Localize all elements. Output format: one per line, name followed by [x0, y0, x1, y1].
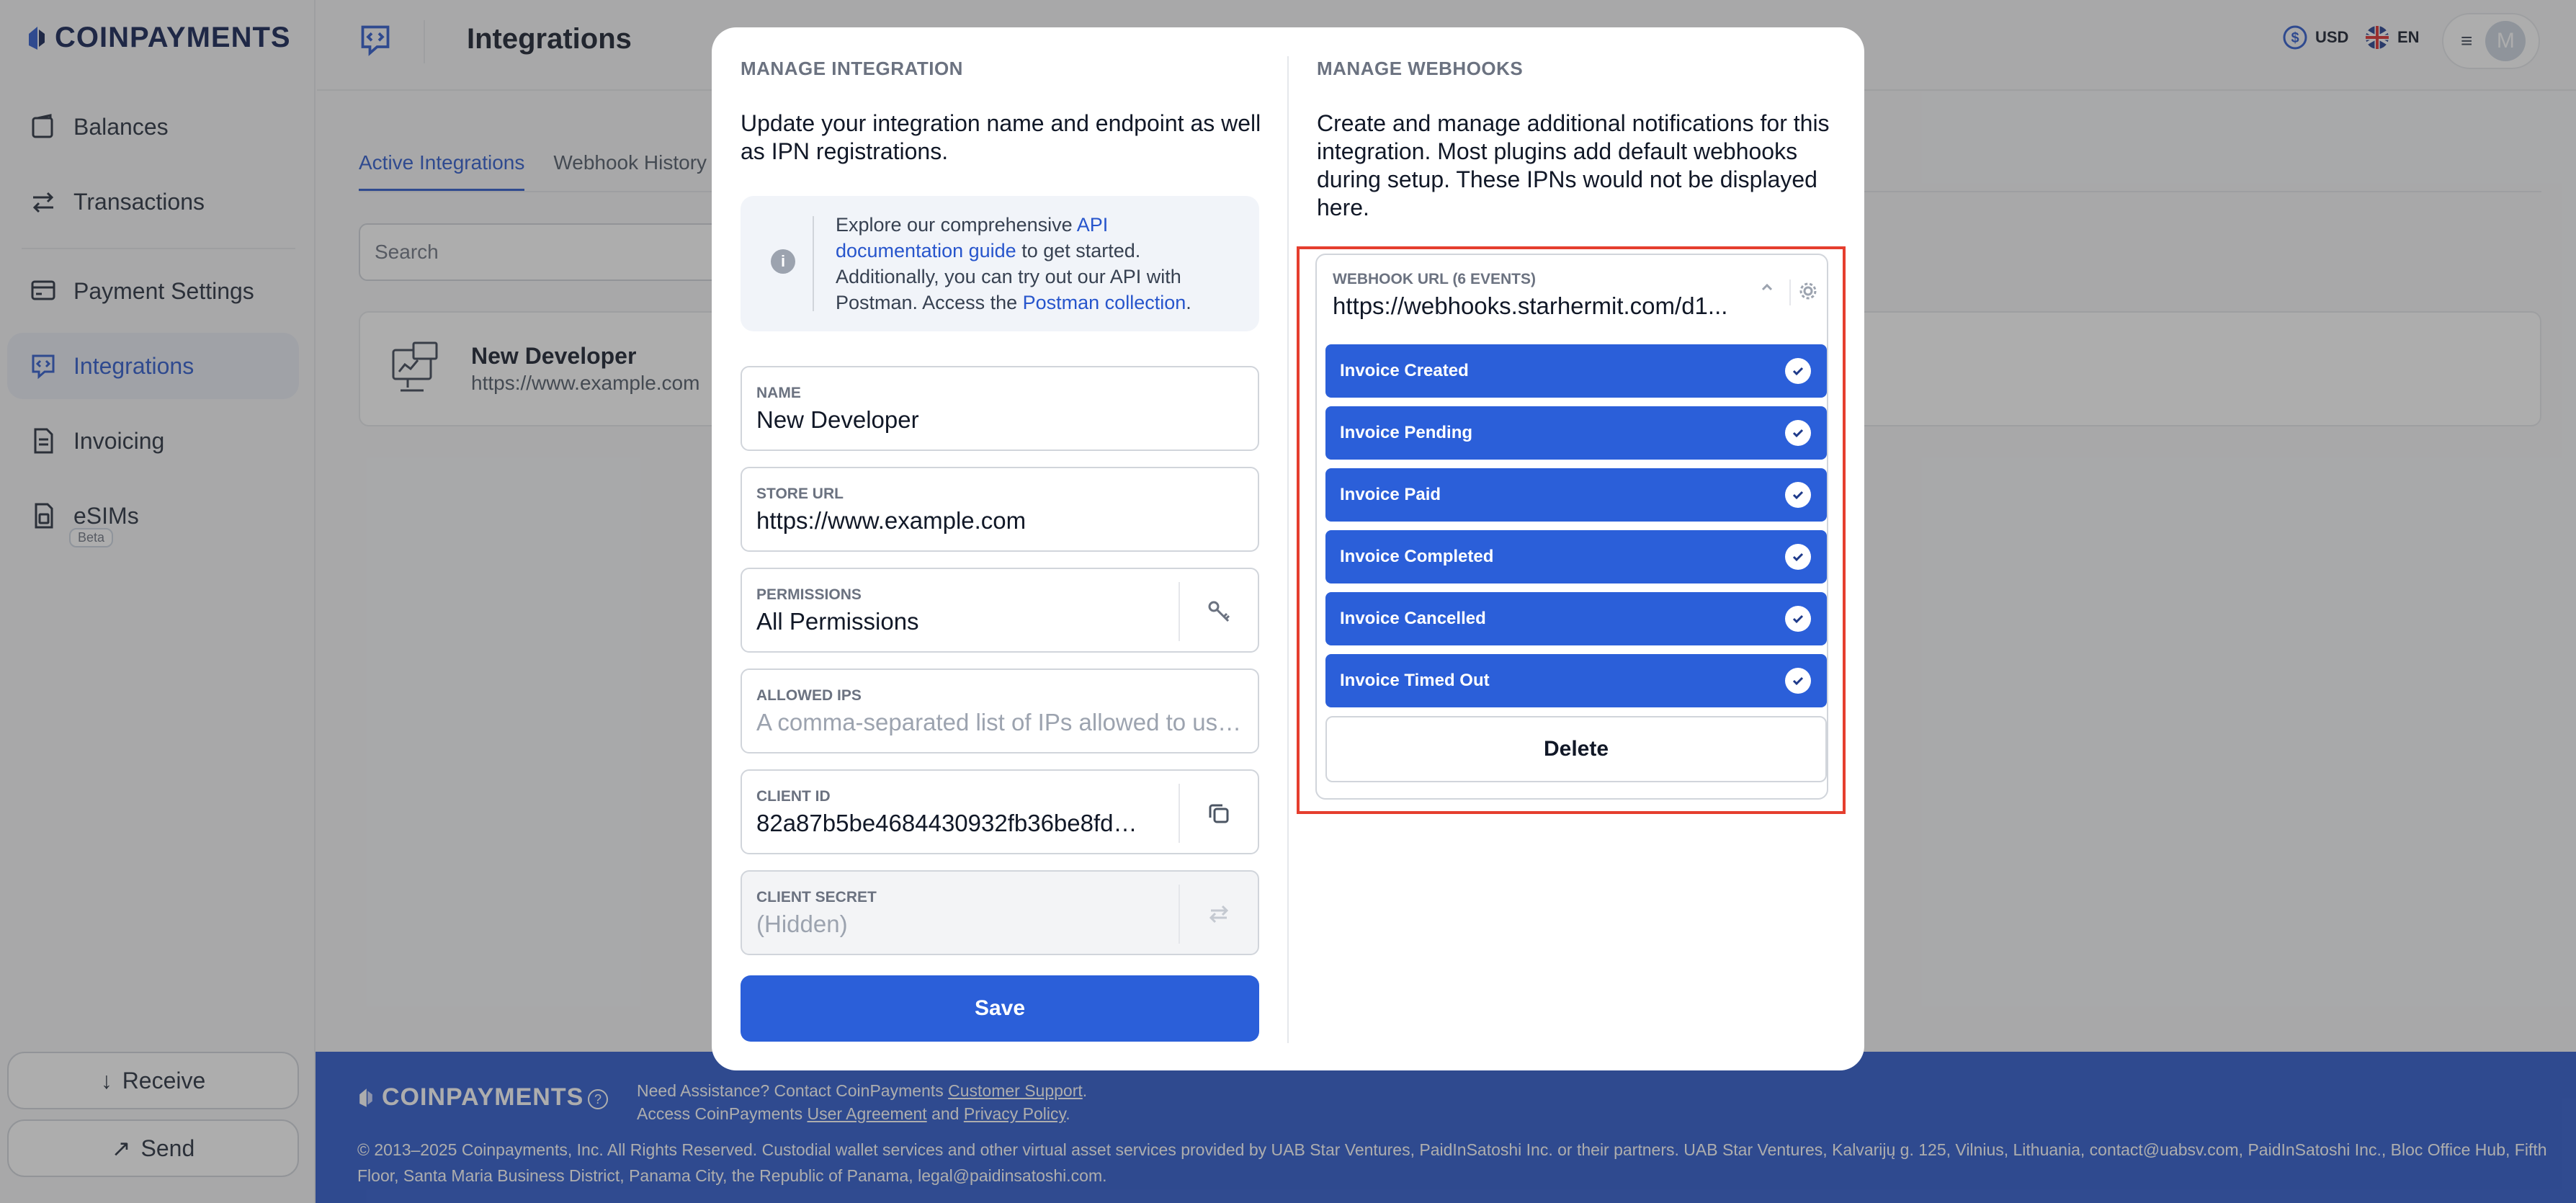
field-label: ALLOWED IPS — [756, 687, 862, 704]
manage-webhooks-description: Create and manage additional notificatio… — [1317, 110, 1830, 220]
event-invoice-timed-out[interactable]: Invoice Timed Out — [1325, 654, 1827, 707]
key-icon — [1208, 601, 1230, 622]
client-secret-value: (Hidden) — [756, 911, 848, 937]
field-label: NAME — [756, 385, 801, 401]
gear-icon[interactable] — [1798, 281, 1818, 301]
permissions-field[interactable]: PERMISSIONS All Permissions — [741, 568, 1259, 653]
webhook-card: WEBHOOK URL (6 EVENTS) https://webhooks.… — [1315, 254, 1828, 800]
event-label: Invoice Cancelled — [1340, 609, 1486, 628]
api-info-box: i Explore our comprehensive API document… — [741, 196, 1259, 331]
webhook-header[interactable]: WEBHOOK URL (6 EVENTS) https://webhooks.… — [1317, 255, 1827, 334]
copy-client-id-button[interactable] — [1190, 788, 1248, 838]
field-label: CLIENT SECRET — [756, 889, 877, 905]
event-label: Invoice Completed — [1340, 547, 1494, 566]
regenerate-secret-button[interactable] — [1190, 889, 1248, 939]
allowed-ips-input[interactable]: A comma-separated list of IPs allowed to… — [756, 709, 1246, 736]
checkmark-icon — [1785, 668, 1811, 694]
event-label: Invoice Paid — [1340, 485, 1441, 504]
client-id-field[interactable]: CLIENT ID 82a87b5be4684430932fb36be8fd42… — [741, 769, 1259, 854]
client-id-value: 82a87b5be4684430932fb36be8fd42... — [756, 810, 1145, 836]
manage-integration-title: MANAGE INTEGRATION — [741, 58, 963, 79]
event-label: Invoice Pending — [1340, 423, 1473, 442]
webhook-url-value: https://webhooks.starhermit.com/d1... — [1333, 292, 1728, 319]
modal-column-divider — [1287, 56, 1289, 1043]
event-label: Invoice Created — [1340, 361, 1469, 380]
event-invoice-pending[interactable]: Invoice Pending — [1325, 406, 1827, 460]
refresh-arrows-icon — [1209, 905, 1229, 924]
name-value[interactable]: New Developer — [756, 406, 1145, 434]
event-invoice-cancelled[interactable]: Invoice Cancelled — [1325, 592, 1827, 645]
checkmark-icon — [1785, 482, 1811, 508]
field-label: STORE URL — [756, 486, 844, 502]
info-text-part: . — [1186, 292, 1191, 313]
manage-webhooks-title: MANAGE WEBHOOKS — [1317, 58, 1524, 79]
info-divider — [813, 216, 814, 311]
info-text: Explore our comprehensive API documentat… — [836, 212, 1239, 316]
field-label: CLIENT ID — [756, 788, 831, 805]
store-url-field[interactable]: STORE URL https://www.example.com — [741, 467, 1259, 552]
manage-integration-modal: MANAGE INTEGRATION Update your integrati… — [712, 27, 1864, 1070]
event-invoice-paid[interactable]: Invoice Paid — [1325, 468, 1827, 522]
event-invoice-completed[interactable]: Invoice Completed — [1325, 530, 1827, 583]
copy-icon — [1209, 804, 1229, 823]
field-action-divider — [1179, 784, 1180, 843]
allowed-ips-field[interactable]: ALLOWED IPS A comma-separated list of IP… — [741, 668, 1259, 753]
checkmark-icon — [1785, 544, 1811, 570]
store-url-value[interactable]: https://www.example.com — [756, 507, 1145, 535]
delete-webhook-button[interactable]: Delete — [1325, 716, 1827, 782]
name-field[interactable]: NAME New Developer — [741, 366, 1259, 451]
permissions-value: All Permissions — [756, 608, 919, 635]
postman-collection-link[interactable]: Postman collection — [1023, 292, 1186, 313]
field-action-divider — [1179, 885, 1180, 944]
permissions-key-button[interactable] — [1190, 586, 1248, 637]
field-label: PERMISSIONS — [756, 586, 862, 603]
checkmark-icon — [1785, 420, 1811, 446]
webhook-url-label: WEBHOOK URL (6 EVENTS) — [1333, 271, 1536, 287]
manage-integration-description: Update your integration name and endpoin… — [741, 110, 1261, 164]
info-text-part: Explore our comprehensive — [836, 214, 1077, 236]
field-action-divider — [1179, 582, 1180, 641]
header-action-divider — [1789, 279, 1791, 305]
chevron-up-icon[interactable] — [1756, 277, 1778, 298]
checkmark-icon — [1785, 606, 1811, 632]
save-button[interactable]: Save — [741, 975, 1259, 1042]
checkmark-icon — [1785, 358, 1811, 384]
info-icon: i — [771, 249, 795, 274]
event-invoice-created[interactable]: Invoice Created — [1325, 344, 1827, 398]
client-secret-field: CLIENT SECRET (Hidden) — [741, 870, 1259, 955]
event-label: Invoice Timed Out — [1340, 671, 1490, 690]
